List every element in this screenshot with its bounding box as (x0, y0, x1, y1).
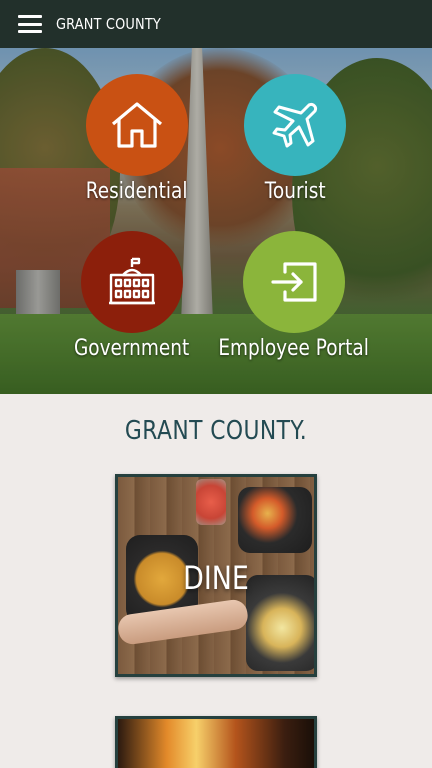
residential-button[interactable]: Residential (47, 74, 227, 204)
hero-banner: Residential Tourist Government Employee … (0, 48, 432, 394)
employee-portal-button[interactable]: Employee Portal (204, 231, 384, 361)
food-plate (238, 487, 312, 553)
county-heading: GRANT COUNTY. (124, 416, 308, 446)
residential-circle[interactable] (86, 74, 188, 176)
fire-photo (118, 719, 314, 768)
government-button[interactable]: Government (42, 231, 222, 361)
tourist-label: Tourist (264, 179, 326, 204)
residential-label: Residential (86, 179, 188, 204)
drink-glass (196, 479, 226, 525)
airplane-icon (272, 103, 317, 148)
dine-card-label: DINE (183, 559, 249, 597)
main-content: GRANT COUNTY. DINE (0, 394, 432, 768)
house-icon (111, 102, 163, 148)
site-title: GRANT COUNTY (56, 15, 161, 33)
government-building-icon (109, 257, 155, 305)
top-app-bar: GRANT COUNTY (0, 0, 432, 48)
government-label: Government (74, 336, 190, 361)
fire-card[interactable] (115, 716, 317, 768)
sign-in-icon (271, 262, 317, 302)
tourist-button[interactable]: Tourist (205, 74, 385, 204)
tourist-circle[interactable] (244, 74, 346, 176)
government-circle[interactable] (81, 231, 183, 333)
employee-portal-circle[interactable] (243, 231, 345, 333)
employee-portal-label: Employee Portal (218, 336, 370, 361)
dine-card[interactable]: DINE (115, 474, 317, 677)
hamburger-menu-icon[interactable] (18, 15, 42, 33)
